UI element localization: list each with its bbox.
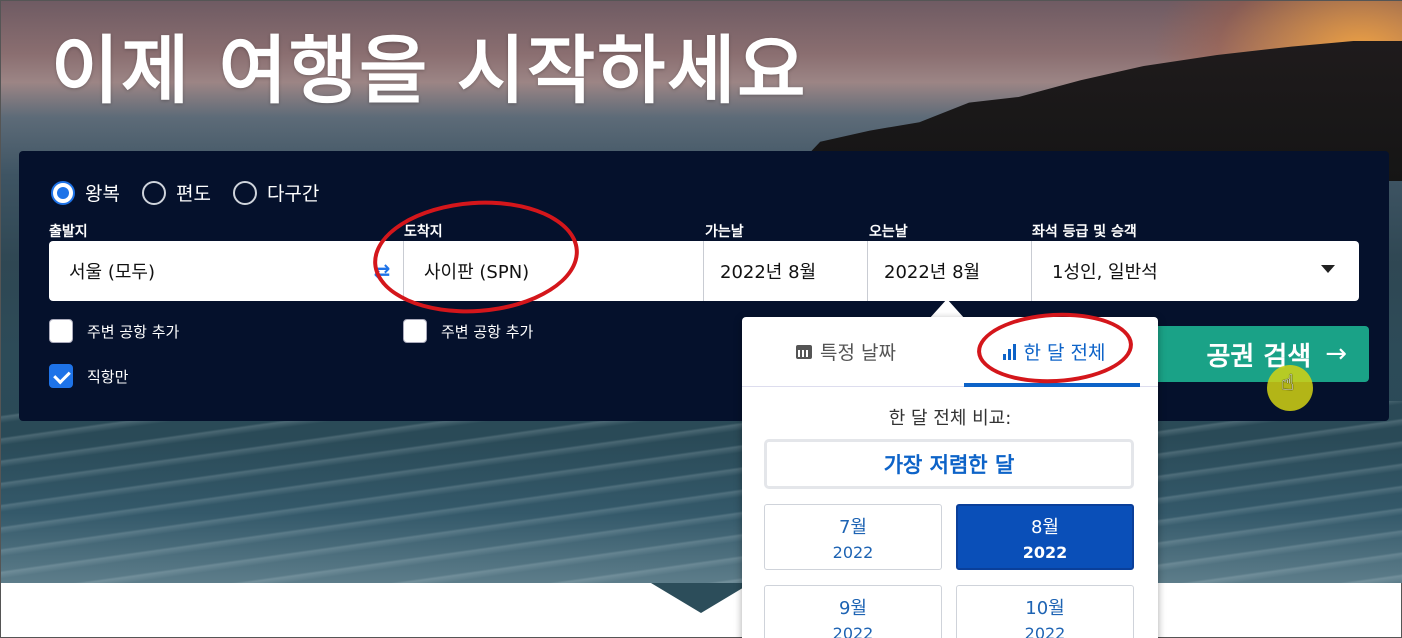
month-name: 10월 [1025, 597, 1065, 619]
month-year: 2022 [1024, 623, 1066, 638]
from-value: 서울 (모두) [69, 262, 156, 283]
month-option[interactable]: 10월 2022 [956, 585, 1134, 638]
tab-specific-date[interactable]: 특정 날짜 [742, 317, 950, 386]
page-title: 이제 여행을 시작하세요 [51, 28, 808, 114]
radio-label: 왕복 [85, 183, 120, 205]
to-field[interactable]: 사이판 (SPN) [404, 241, 704, 301]
calendar-icon [796, 344, 813, 359]
from-label: 출발지 [49, 224, 88, 240]
radio-round-trip[interactable]: 왕복 [51, 179, 120, 206]
month-name: 9월 [838, 597, 867, 619]
cabin-field[interactable]: 1성인, 일반석 [1032, 241, 1359, 301]
radio-one-way[interactable]: 편도 [141, 179, 211, 206]
nearby-to-checkbox[interactable]: 주변 공항 추가 [403, 319, 533, 343]
radio-multi-city[interactable]: 다구간 [232, 179, 320, 206]
arrow-right-icon: → [1325, 339, 1347, 369]
return-label: 오는날 [869, 224, 908, 240]
radio-label: 편도 [175, 183, 211, 205]
search-fields: 서울 (모두) ⇄ 사이판 (SPN) 2022년 8월 2022년 8월 1성… [49, 241, 1359, 301]
month-year: 2022 [1022, 542, 1068, 562]
sea-foam [1, 401, 1402, 583]
compare-label: 한 달 전체 비교: [888, 408, 1012, 429]
month-option[interactable]: 9월 2022 [764, 585, 942, 638]
checkbox-label: 직항만 [87, 367, 129, 386]
radio-circle-icon [232, 180, 257, 205]
trip-type-group: 왕복 편도 다구간 [51, 179, 319, 206]
return-field[interactable]: 2022년 8월 [868, 241, 1032, 301]
return-value: 2022년 8월 [884, 262, 981, 283]
hand-cursor-icon: ☝ [1281, 371, 1295, 396]
month-option[interactable]: 7월 2022 [764, 504, 942, 570]
month-name: 8월 [1030, 516, 1059, 538]
hero-notch [651, 583, 751, 613]
to-value: 사이판 (SPN) [424, 262, 530, 283]
month-year: 2022 [832, 542, 874, 562]
month-option-selected[interactable]: 8월 2022 [956, 504, 1134, 570]
checkbox-box [49, 319, 73, 343]
cabin-value: 1성인, 일반석 [1052, 262, 1158, 283]
checkbox-box [403, 319, 427, 343]
checkbox-label: 주변 공항 추가 [87, 322, 180, 341]
depart-value: 2022년 8월 [720, 262, 817, 283]
search-panel: 왕복 편도 다구간 출발지 도착지 가는날 오는날 좌석 등급 및 승객 서울 … [19, 151, 1389, 421]
radio-circle-icon [141, 180, 166, 205]
to-label: 도착지 [404, 224, 443, 240]
swap-icon[interactable]: ⇄ [369, 260, 395, 282]
bar-chart-icon [1002, 343, 1016, 360]
from-field[interactable]: 서울 (모두) ⇄ [49, 241, 404, 301]
radio-circle-icon [51, 180, 75, 205]
date-picker-popup: 특정 날짜 한 달 전체 한 달 전체 비교: 가장 저렴한 달 7월 2022… [742, 317, 1158, 638]
search-flights-button[interactable]: 공권 검색 → [1129, 326, 1369, 382]
tab-label: 한 달 전체 [1023, 342, 1106, 364]
date-tabs: 특정 날짜 한 달 전체 [742, 317, 1158, 387]
month-year: 2022 [832, 623, 874, 638]
direct-only-checkbox[interactable]: 직항만 [49, 364, 128, 388]
nearby-from-checkbox[interactable]: 주변 공항 추가 [49, 319, 179, 343]
tab-whole-month[interactable]: 한 달 전체 [950, 317, 1158, 387]
dropdown-caret-icon [1321, 265, 1335, 273]
depart-field[interactable]: 2022년 8월 [704, 241, 868, 301]
cheapest-month-button[interactable]: 가장 저렴한 달 [764, 439, 1134, 489]
checkmark-icon [49, 364, 73, 388]
tab-label: 특정 날짜 [820, 342, 896, 364]
radio-label: 다구간 [266, 183, 320, 205]
depart-label: 가는날 [705, 224, 744, 240]
checkbox-label: 주변 공항 추가 [441, 322, 534, 341]
month-name: 7월 [838, 516, 867, 538]
cabin-label: 좌석 등급 및 승객 [1032, 224, 1137, 240]
